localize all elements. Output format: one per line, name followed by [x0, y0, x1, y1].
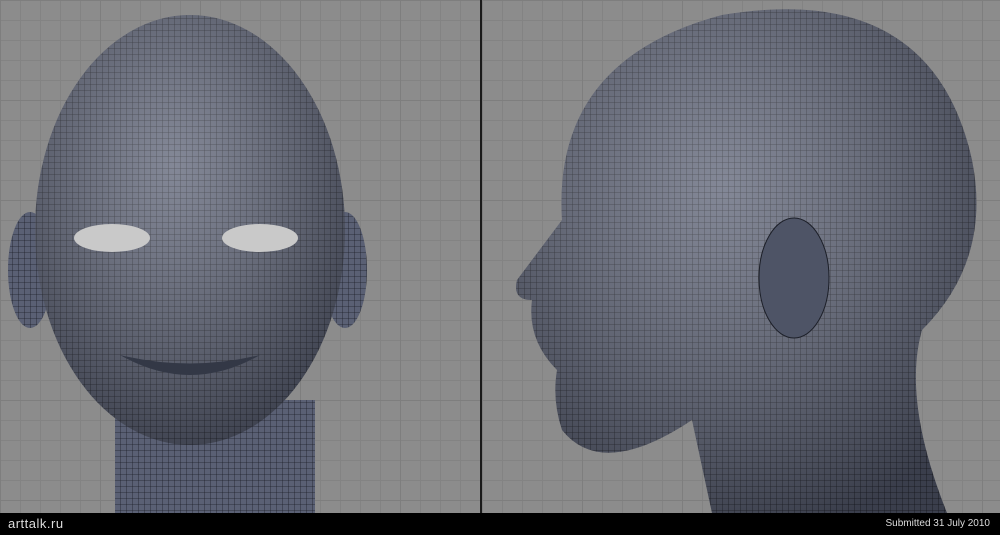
side-viewport [482, 0, 1000, 513]
submitted-date: Submitted 31 July 2010 [885, 518, 990, 529]
head-front-view [8, 15, 367, 513]
right-eye [222, 224, 298, 252]
footer-bar: arttalk.ru Submitted 31 July 2010 [0, 513, 1000, 535]
left-eye [74, 224, 150, 252]
head-side-view [516, 9, 977, 513]
front-viewport [0, 0, 480, 513]
ear [758, 217, 830, 339]
arttalk-logo[interactable]: arttalk.ru [8, 516, 64, 531]
